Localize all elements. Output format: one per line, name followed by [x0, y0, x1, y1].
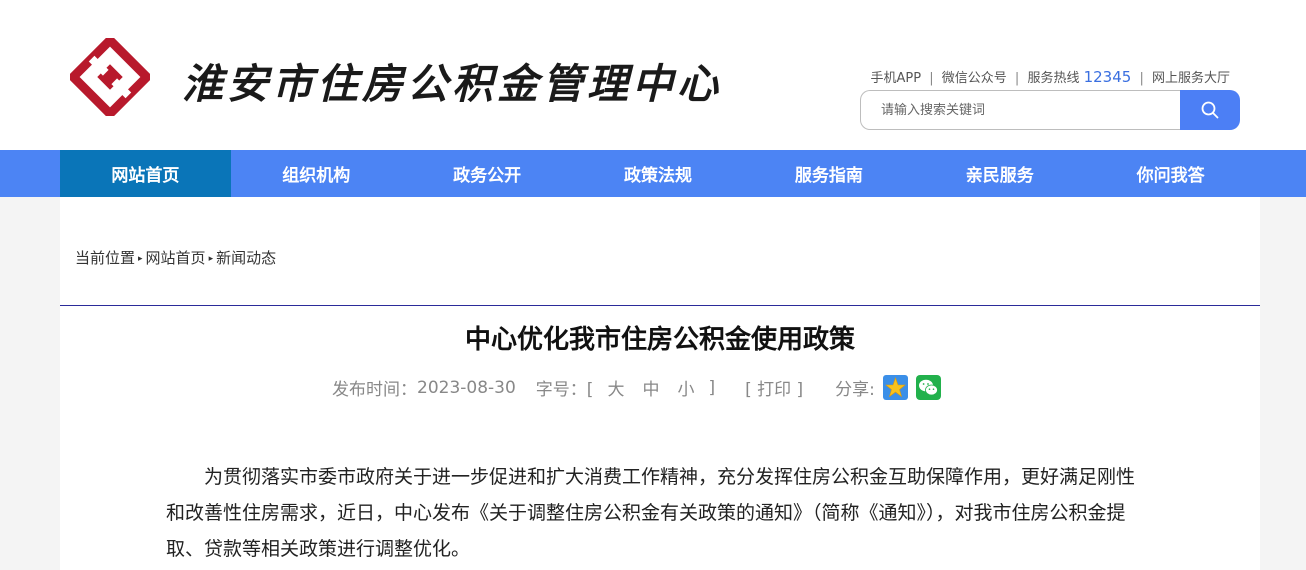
search-icon — [1201, 101, 1219, 119]
housing-fund-logo-icon[interactable] — [70, 38, 150, 116]
publish-date: 2023-08-30 — [417, 377, 516, 398]
font-size-close-bracket: ] — [708, 377, 716, 398]
top-links: 手机APP | 微信公众号 | 服务热线 12345 | 网上服务大厅 — [871, 67, 1231, 86]
nav-item-policies[interactable]: 政策法规 — [573, 150, 744, 197]
search-bar — [860, 90, 1240, 130]
font-size-large-button[interactable]: 大 — [607, 375, 624, 400]
breadcrumb: 当前位置 ▸ 网站首页 ▸ 新闻动态 — [75, 247, 276, 268]
article-body-paragraph: 为贯彻落实市委市政府关于进一步促进和扩大消费工作精神，充分发挥住房公积金互助保障… — [166, 466, 1136, 560]
nav-item-home[interactable]: 网站首页 — [60, 150, 231, 197]
article-meta: 发布时间： 2023-08-30 字号：[ 大 中 小 ] [ 打印 ] 分享: — [332, 375, 941, 400]
breadcrumb-home-link[interactable]: 网站首页 — [146, 249, 206, 267]
nav-item-service-guide[interactable]: 服务指南 — [743, 150, 914, 197]
link-separator: | — [929, 71, 934, 86]
font-size-medium-button[interactable]: 中 — [642, 375, 659, 400]
nav-item-public-service[interactable]: 亲民服务 — [914, 150, 1085, 197]
breadcrumb-arrow-icon: ▸ — [138, 254, 143, 264]
online-service-hall-link[interactable]: 网上服务大厅 — [1152, 67, 1230, 86]
mobile-app-link[interactable]: 手机APP — [871, 67, 922, 86]
hotline-label: 服务热线 — [1027, 71, 1080, 86]
site-header: 淮安市住房公积金管理中心 手机APP | 微信公众号 | 服务热线 12345 … — [0, 0, 1306, 150]
hotline-number: 12345 — [1083, 68, 1132, 86]
breadcrumb-section-link[interactable]: 新闻动态 — [216, 249, 276, 267]
article-container: 当前位置 ▸ 网站首页 ▸ 新闻动态 中心优化我市住房公积金使用政策 发布时间： 202… — [60, 197, 1260, 570]
main-nav: 网站首页 组织机构 政务公开 政策法规 服务指南 亲民服务 你问我答 — [0, 150, 1306, 197]
wechat-account-link[interactable]: 微信公众号 — [942, 67, 1007, 86]
publish-date-label: 发布时间： — [332, 380, 417, 400]
qzone-star-icon[interactable] — [882, 375, 908, 400]
font-size-small-button[interactable]: 小 — [677, 375, 694, 400]
print-button[interactable]: [ 打印 ] — [745, 375, 803, 400]
breadcrumb-current-label: 当前位置 — [75, 249, 136, 267]
search-button[interactable] — [1180, 90, 1240, 130]
link-separator: | — [1139, 71, 1144, 86]
site-name[interactable]: 淮安市住房公积金管理中心 — [182, 50, 722, 110]
breadcrumb-divider — [60, 305, 1260, 306]
share-label: 分享: — [835, 380, 875, 400]
font-size-label: 字号：[ — [535, 380, 594, 400]
link-separator: | — [1014, 71, 1020, 86]
article-title: 中心优化我市住房公积金使用政策 — [464, 325, 855, 355]
nav-item-organization[interactable]: 组织机构 — [231, 150, 402, 197]
wechat-icon[interactable] — [915, 375, 941, 400]
nav-item-government-affairs[interactable]: 政务公开 — [402, 150, 573, 197]
search-input[interactable] — [860, 90, 1182, 130]
nav-item-qa[interactable]: 你问我答 — [1085, 150, 1256, 197]
breadcrumb-arrow-icon: ▸ — [208, 254, 214, 264]
